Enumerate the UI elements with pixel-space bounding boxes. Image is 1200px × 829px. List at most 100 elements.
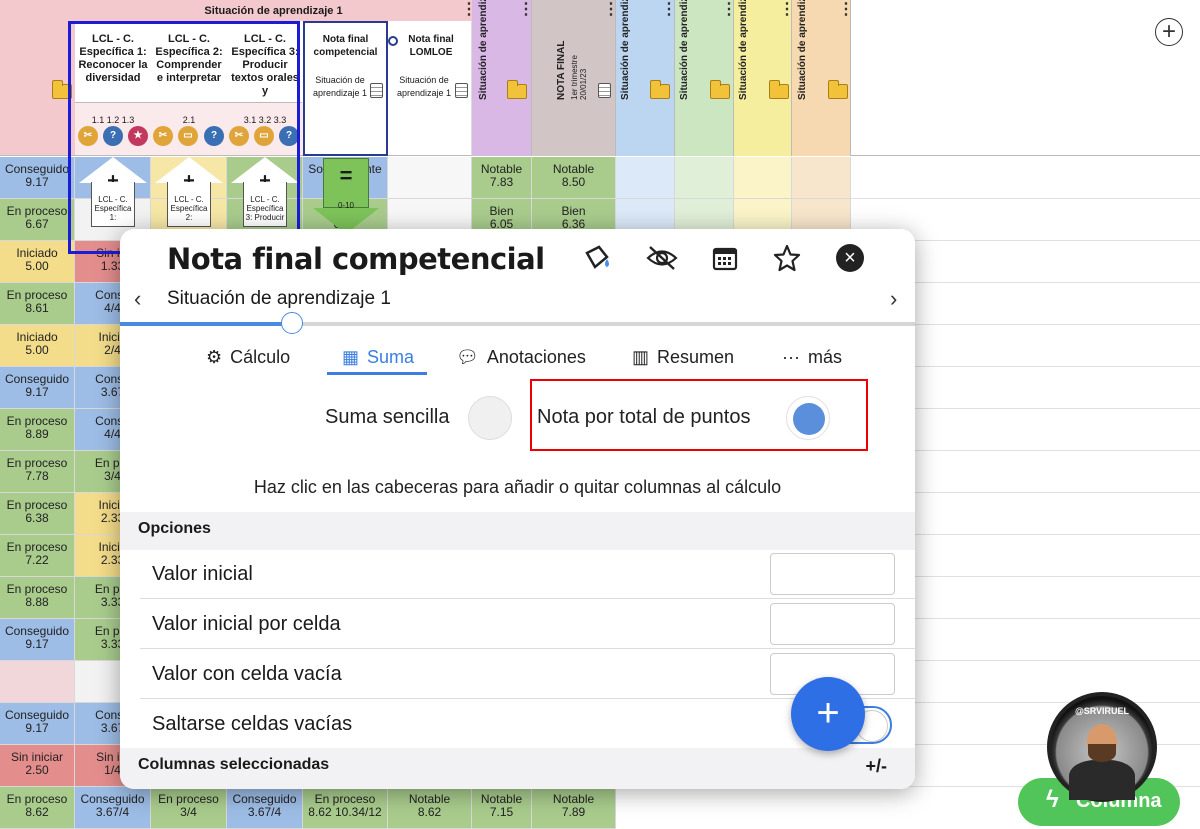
cell-value: 7.89 bbox=[561, 805, 586, 819]
calculator-icon: ▦ bbox=[342, 347, 360, 367]
valor-inicial-celda-input[interactable] bbox=[770, 603, 895, 645]
add-fab-button[interactable]: + bbox=[791, 677, 865, 751]
grade-cell[interactable]: Sin iniciar 2.50 bbox=[0, 745, 75, 787]
tab-anotaciones[interactable]: 💬︎ Anotaciones bbox=[456, 347, 586, 368]
situation-slider[interactable] bbox=[120, 312, 915, 334]
calendar-icon[interactable] bbox=[708, 241, 742, 275]
tab-suma[interactable]: ▦ Suma bbox=[342, 347, 414, 368]
cell-value: 9.17 bbox=[25, 175, 49, 189]
tab-label: Cálculo bbox=[230, 347, 291, 367]
grade-cell[interactable] bbox=[0, 661, 75, 703]
sa5-label: Situación de aprendizaje 5 bbox=[738, 0, 749, 100]
sa3-label: Situación de aprendizaje 3 bbox=[620, 0, 631, 100]
grade-cell[interactable] bbox=[388, 157, 472, 199]
header-row-line bbox=[851, 155, 1200, 156]
menu-dots-icon[interactable]: ⋮ bbox=[838, 2, 854, 18]
eye-slash-icon[interactable] bbox=[645, 241, 679, 275]
opciones-section: Opciones bbox=[120, 512, 915, 550]
grade-cell[interactable]: En proceso 7.78 bbox=[0, 451, 75, 493]
folder-icon[interactable] bbox=[507, 80, 527, 99]
row-label: Saltarse celdas vacías bbox=[152, 713, 353, 735]
empty-cell[interactable] bbox=[792, 157, 851, 199]
close-icon[interactable]: × bbox=[836, 244, 864, 272]
more-icon: ··· bbox=[782, 347, 800, 367]
sa4-label: Situación de aprendizaje 4 bbox=[679, 0, 690, 100]
folder-icon[interactable] bbox=[769, 80, 789, 99]
row-label: Valor con celda vacía bbox=[152, 663, 342, 685]
grade-cell[interactable]: En proceso 8.61 bbox=[0, 283, 75, 325]
avatar-label: @SRVIRUEL bbox=[1074, 706, 1130, 716]
chevron-left-icon[interactable]: ‹ bbox=[134, 286, 141, 312]
cell-value: 8.62 bbox=[417, 805, 442, 819]
cell-value: 9.17 bbox=[25, 721, 49, 735]
folder-icon[interactable] bbox=[710, 80, 730, 99]
tab-label: Anotaciones bbox=[486, 347, 586, 367]
equals-arrow[interactable]: = 0-10 bbox=[313, 158, 379, 234]
nota-final-sub: Situación de aprendizaje 1 bbox=[312, 75, 368, 98]
grade-cell[interactable]: Iniciado 5.00 bbox=[0, 325, 75, 367]
option-highlight bbox=[530, 379, 868, 451]
bolt-icon: ϟ bbox=[1046, 786, 1059, 813]
grade-cell[interactable]: En proceso 6.67 bbox=[0, 199, 75, 241]
cell-value: 3/4 bbox=[180, 805, 197, 819]
grade-cell[interactable]: Notable 7.83 bbox=[472, 157, 532, 199]
grade-cell[interactable]: En proceso 6.38 bbox=[0, 493, 75, 535]
cell-value: 6.38 bbox=[25, 511, 49, 525]
cell-value: 8.88 bbox=[25, 595, 49, 609]
cell-value: 5.00 bbox=[25, 343, 49, 357]
plus-minus-button[interactable]: +/- bbox=[865, 756, 887, 777]
avatar: @SRVIRUEL bbox=[1047, 692, 1157, 802]
suma-sencilla-radio[interactable] bbox=[468, 396, 512, 440]
empty-cell[interactable] bbox=[734, 157, 792, 199]
valor-inicial-input[interactable] bbox=[770, 553, 895, 595]
sa2-label: Situación de aprendizaje 2 bbox=[478, 0, 489, 100]
tab-mas[interactable]: ··· más bbox=[782, 347, 842, 368]
cell-value: 8.61 bbox=[25, 301, 49, 315]
nota-final-title: Nota final competencial bbox=[313, 34, 378, 58]
grade-cell[interactable]: En proceso 7.22 bbox=[0, 535, 75, 577]
add-column-icon[interactable]: + bbox=[1155, 18, 1183, 46]
tab-calculo[interactable]: ⚙ Cálculo bbox=[206, 347, 290, 368]
grade-cell[interactable]: Conseguido 9.17 bbox=[0, 367, 75, 409]
tab-label: más bbox=[807, 347, 842, 367]
lomloe-title: Nota final LOMLOE bbox=[408, 34, 454, 58]
bar-chart-icon: ▥ bbox=[632, 347, 650, 367]
cell-value: 2.50 bbox=[25, 763, 49, 777]
nota-final-col-sub: 1er trimestre 20/01/23 bbox=[570, 55, 588, 100]
calculator-icon bbox=[598, 83, 611, 98]
active-tab-indicator bbox=[327, 372, 427, 375]
grade-cell[interactable]: En proceso 8.89 bbox=[0, 409, 75, 451]
grade-cell[interactable]: En proceso 8.88 bbox=[0, 577, 75, 619]
hint-text: Haz clic en las cabeceras para añadir o … bbox=[253, 477, 782, 497]
grade-cell[interactable]: Conseguido 9.17 bbox=[0, 157, 75, 199]
grade-cell[interactable]: Iniciado 5.00 bbox=[0, 241, 75, 283]
grade-cell[interactable]: Conseguido 9.17 bbox=[0, 619, 75, 661]
folder-icon[interactable] bbox=[828, 80, 848, 99]
star-icon[interactable] bbox=[770, 241, 804, 275]
ring-icon bbox=[388, 36, 398, 46]
grade-cell[interactable]: Notable 8.50 bbox=[532, 157, 616, 199]
slider-handle[interactable] bbox=[281, 312, 303, 334]
group-header[interactable]: Situación de aprendizaje 1 bbox=[75, 0, 472, 21]
breadcrumb: Situación de aprendizaje 1 bbox=[167, 288, 391, 309]
suma-sencilla-label: Suma sencilla bbox=[325, 406, 450, 428]
chevron-right-icon[interactable]: › bbox=[890, 286, 897, 312]
gear-icon: ⚙ bbox=[206, 347, 223, 367]
calculator-icon bbox=[370, 83, 383, 98]
tab-resumen[interactable]: ▥ Resumen bbox=[632, 347, 734, 368]
cell-value: 7.22 bbox=[25, 553, 49, 567]
paint-bucket-icon[interactable] bbox=[582, 241, 616, 275]
row-divider bbox=[851, 198, 1200, 199]
cell-value: 7.78 bbox=[25, 469, 49, 483]
cell-value: 8.50 bbox=[561, 175, 586, 189]
cell-value: 7.83 bbox=[489, 175, 514, 189]
empty-cell[interactable] bbox=[616, 157, 675, 199]
cell-value: 3.67/4 bbox=[95, 805, 130, 819]
sa6-label: Situación de aprendizaje 6 bbox=[797, 0, 808, 100]
tab-label: Suma bbox=[367, 347, 415, 367]
folder-icon[interactable] bbox=[650, 80, 670, 99]
comment-icon: 💬︎ bbox=[456, 347, 479, 367]
grade-cell[interactable]: Conseguido 9.17 bbox=[0, 703, 75, 745]
empty-cell[interactable] bbox=[675, 157, 734, 199]
columnas-label: Columnas seleccionadas bbox=[138, 756, 330, 773]
